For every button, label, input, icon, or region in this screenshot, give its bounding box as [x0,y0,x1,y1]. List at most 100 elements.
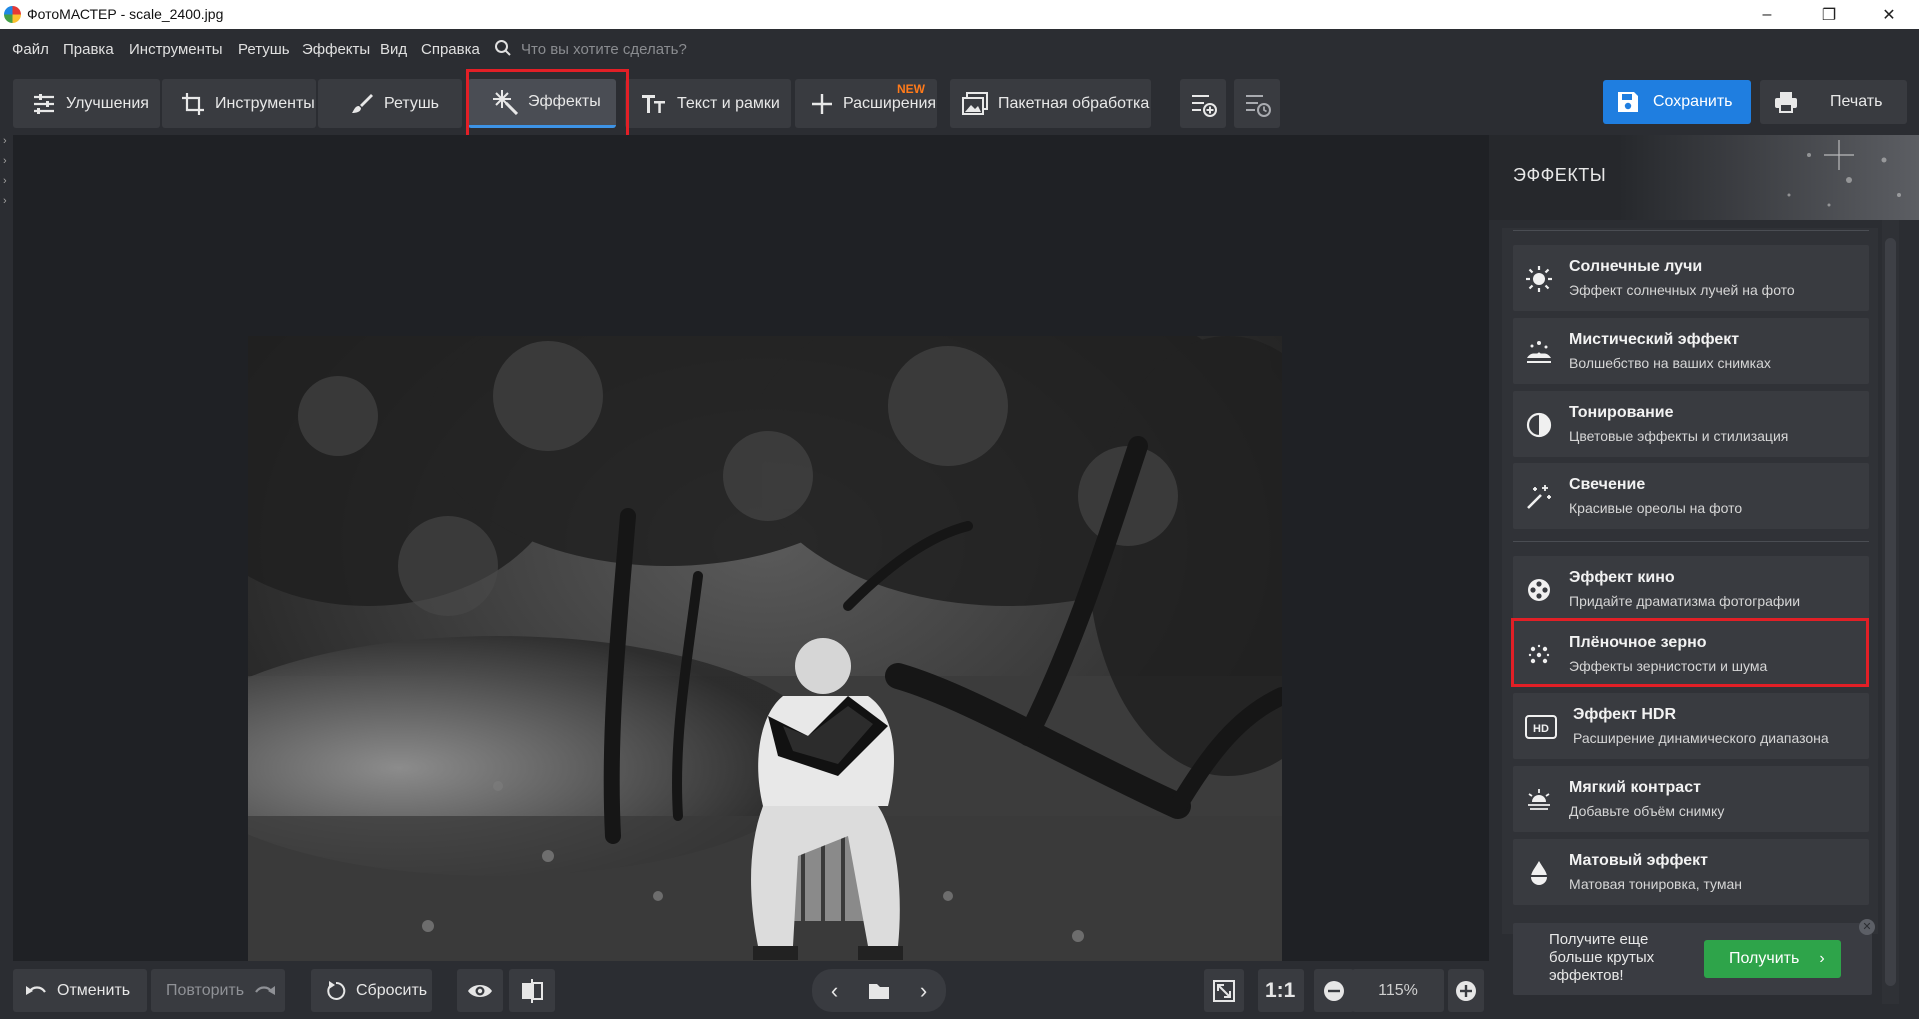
effect-card-sun-rays[interactable]: Солнечные лучи Эффект солнечных лучей на… [1513,245,1869,311]
print-button[interactable]: Печать [1760,80,1907,124]
tab-improvements[interactable]: Улучшения [13,79,160,128]
effect-description: Придайте драматизма фотографии [1569,593,1801,609]
effect-card-hdr[interactable]: HD Эффект HDR Расширение динамического д… [1513,693,1869,759]
folder-icon[interactable] [857,981,901,1001]
hdr-icon: HD [1525,715,1557,739]
half-circle-icon [1526,412,1552,438]
history-presets-button[interactable] [1234,79,1280,128]
redo-button[interactable]: Повторить [151,969,285,1012]
title-bar: ФотоМАСТЕР - scale_2400.jpg – ❐ ✕ [0,0,1919,29]
drop-icon [1531,861,1547,885]
svg-text:HD: HD [1533,723,1549,735]
previous-file-button[interactable]: ‹ [812,978,857,1004]
menu-effects[interactable]: Эффекты [302,41,370,58]
images-stack-icon [962,91,988,115]
divider [1513,541,1869,542]
expand-icon [1213,979,1235,1002]
undo-label: Отменить [57,981,131,999]
chevron-right-icon[interactable]: › [3,175,7,187]
effect-name: Свечение [1569,476,1646,493]
fit-to-screen-button[interactable] [1204,969,1244,1012]
reset-button[interactable]: Сбросить [311,969,432,1012]
menu-view[interactable]: Вид [380,41,407,58]
effect-description: Добавьте объём снимку [1569,803,1725,819]
minimize-button[interactable]: – [1739,0,1795,29]
compare-button[interactable] [509,969,555,1012]
menu-help[interactable]: Справка [421,41,480,58]
plus-icon [812,93,832,114]
photo-image [248,336,1282,1019]
promo-banner: Получите еще больше крутых эффектов! Пол… [1513,919,1875,995]
effect-card-matte[interactable]: Матовый эффект Матовая тонировка, туман [1513,839,1869,905]
effect-card-mystic[interactable]: Мистический эффект Волшебство на ваших с… [1513,318,1869,384]
window-title: ФотоМАСТЕР - scale_2400.jpg [27,6,224,22]
tab-label: Пакетная обработка [998,94,1150,112]
tab-label: Улучшения [66,94,149,112]
chevron-right-icon[interactable]: › [3,155,7,167]
save-label: Сохранить [1653,93,1733,110]
menu-retouch[interactable]: Ретушь [238,41,290,58]
film-reel-icon [1528,579,1550,601]
panel-title: ЭФФЕКТЫ [1513,165,1607,185]
chevron-right-icon[interactable]: › [3,135,7,147]
tab-batch-processing[interactable]: Пакетная обработка [950,79,1151,128]
close-promo-icon[interactable]: ✕ [1859,919,1875,935]
effect-card-toning[interactable]: Тонирование Цветовые эффекты и стилизаци… [1513,391,1869,457]
menu-file[interactable]: Файл [12,41,49,58]
effect-card-glow[interactable]: Свечение Красивые ореолы на фото [1513,463,1869,529]
sliders-plus-icon [1192,94,1217,117]
file-navigation: ‹ › [812,969,946,1012]
zoom-level-field[interactable]: 115% [1352,969,1444,1012]
menu-tools[interactable]: Инструменты [129,41,223,58]
scrollbar-thumb[interactable] [1885,238,1896,986]
magic-wand-icon [1527,485,1551,509]
add-preset-button[interactable] [1180,79,1226,128]
effect-name: Матовый эффект [1569,852,1708,869]
menu-edit[interactable]: Правка [63,41,114,58]
zoom-in-button[interactable] [1448,969,1484,1012]
effect-name: Тонирование [1569,404,1674,421]
search-icon[interactable] [494,39,512,57]
maximize-button[interactable]: ❐ [1801,0,1857,29]
text-icon [642,94,665,113]
image-canvas[interactable] [13,135,1489,1019]
effect-card-soft-contrast[interactable]: Мягкий контраст Добавьте объём снимку [1513,766,1869,832]
sun-icon [1526,266,1552,292]
get-button-label: Получить [1729,950,1800,967]
plus-circle-icon [1456,980,1476,1001]
actual-size-button[interactable]: 1:1 [1258,969,1304,1012]
effects-scrollbar[interactable] [1882,220,1899,1004]
sliders-icon [34,93,54,114]
photo-preview[interactable] [248,336,1282,1019]
tab-label: Ретушь [384,94,440,112]
zoom-out-button[interactable] [1314,969,1354,1012]
undo-button[interactable]: Отменить [13,969,147,1012]
tab-tools[interactable]: Инструменты [162,79,316,128]
preview-toggle-button[interactable] [457,969,503,1012]
tab-text-frames[interactable]: Текст и рамки [625,79,791,128]
sliders-clock-icon [1246,94,1271,117]
save-button[interactable]: Сохранить [1603,80,1751,124]
new-badge: NEW [897,82,925,96]
get-more-effects-button[interactable]: Получить › [1704,940,1841,978]
effect-name: Мягкий контраст [1569,779,1701,796]
tab-retouch[interactable]: Ретушь [318,79,462,128]
effect-description: Эффект солнечных лучей на фото [1569,282,1795,298]
floppy-disk-icon [1618,92,1638,112]
promo-text: Получите еще больше крутых эффектов! [1549,931,1655,984]
next-file-button[interactable]: › [901,978,946,1004]
soft-contrast-icon [1528,789,1550,810]
chevron-right-icon[interactable]: › [3,195,7,207]
close-button[interactable]: ✕ [1861,0,1917,29]
command-search-input[interactable]: Что вы хотите сделать? [521,41,687,58]
print-label: Печать [1830,93,1883,110]
tab-label: Расширения [843,94,937,112]
effect-name: Эффект HDR [1573,706,1677,723]
reset-icon [327,980,346,1000]
left-collapsed-panel[interactable]: › › › › [0,135,13,1019]
effect-card-cinema[interactable]: Эффект кино Придайте драматизма фотограф… [1513,556,1869,622]
effect-description: Волшебство на ваших снимках [1569,355,1771,371]
divider [1513,230,1869,231]
tab-extensions[interactable]: Расширения NEW [795,79,937,128]
redo-arrow-icon [255,985,276,995]
